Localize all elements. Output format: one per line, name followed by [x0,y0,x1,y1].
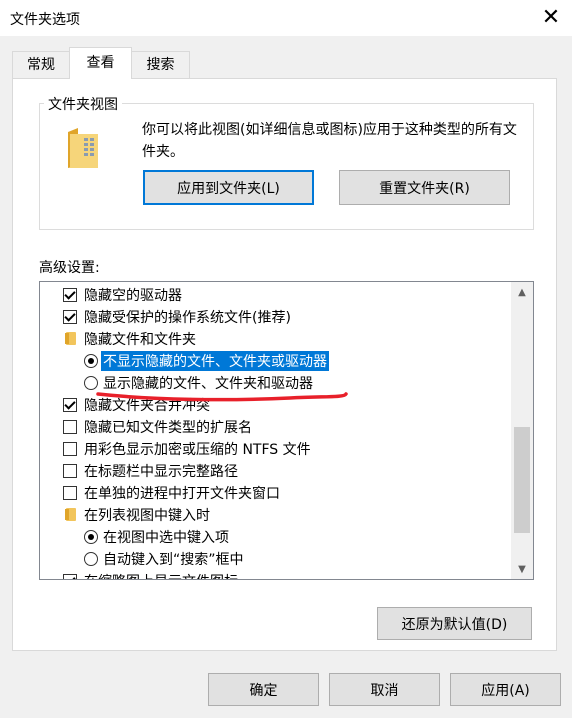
tab-label: 搜索 [146,57,175,73]
checkbox[interactable] [63,574,77,579]
list-item[interactable]: 隐藏已知文件类型的扩展名 [40,416,512,438]
list-item[interactable]: 隐藏空的驱动器 [40,284,512,306]
radio-button[interactable] [84,530,98,544]
item-label: 在单独的进程中打开文件夹窗口 [84,486,280,502]
chevron-down-icon: ▼ [518,563,526,575]
radio-button[interactable] [84,552,98,566]
list-item[interactable]: 在缩略图上显示文件图标 [40,570,512,579]
list-item[interactable]: 在视图中选中键入项 [40,526,512,548]
checkbox[interactable] [63,486,77,500]
folder-icon [65,508,76,521]
chevron-up-icon: ▲ [518,286,526,298]
list-item: 隐藏文件和文件夹 [40,328,512,350]
checkbox[interactable] [63,310,77,324]
button-label: 应用(A) [481,682,530,699]
list-item[interactable]: 在标题栏中显示完整路径 [40,460,512,482]
title-bar [0,0,572,36]
advanced-settings-label: 高级设置: [39,260,100,276]
list-item[interactable]: 自动键入到“搜索”框中 [40,548,512,570]
item-label: 不显示隐藏的文件、文件夹或驱动器 [101,351,329,371]
checkbox[interactable] [63,442,77,456]
advanced-settings-list: 隐藏空的驱动器 隐藏受保护的操作系统文件(推荐) 隐藏文件和文件夹 不显示隐藏的… [39,281,534,580]
folder-icon [65,332,76,345]
tab-view[interactable]: 查看 [69,47,132,79]
list-item[interactable]: 在单独的进程中打开文件夹窗口 [40,482,512,504]
item-label: 隐藏受保护的操作系统文件(推荐) [84,310,291,326]
cancel-button[interactable]: 取消 [329,673,440,706]
restore-defaults-button[interactable]: 还原为默认值(D) [377,607,532,640]
item-label: 在视图中选中键入项 [103,530,229,546]
button-label: 应用到文件夹(L) [177,180,280,197]
list-scrollbar[interactable]: ▲ ▼ [511,282,533,579]
checkbox[interactable] [63,398,77,412]
close-icon: ✕ [541,5,561,30]
list-item: 在列表视图中键入时 [40,504,512,526]
list-item[interactable]: 隐藏受保护的操作系统文件(推荐) [40,306,512,328]
tab-label: 常规 [27,57,55,73]
button-label: 取消 [370,682,399,699]
list-item[interactable]: 用彩色显示加密或压缩的 NTFS 文件 [40,438,512,460]
red-underline-annotation [96,392,348,402]
window-title: 文件夹选项 [10,12,80,28]
close-button[interactable]: ✕ [534,4,568,32]
tab-label: 查看 [86,55,115,71]
folder-icon [68,128,98,168]
item-label: 自动键入到“搜索”框中 [103,552,244,568]
button-label: 还原为默认值(D) [401,616,508,633]
scroll-up-button[interactable]: ▲ [511,282,533,302]
item-label: 在标题栏中显示完整路径 [84,464,238,480]
item-label: 用彩色显示加密或压缩的 NTFS 文件 [84,442,311,458]
tab-search[interactable]: 搜索 [131,51,190,79]
button-label: 重置文件夹(R) [379,180,470,197]
radio-button[interactable] [84,354,98,368]
checkbox[interactable] [63,464,77,478]
item-label: 隐藏文件和文件夹 [84,332,196,348]
folder-views-description: 你可以将此视图(如详细信息或图标)应用于这种类型的所有文件夹。 [142,122,517,160]
scroll-down-button[interactable]: ▼ [511,559,533,579]
ok-button[interactable]: 确定 [208,673,319,706]
apply-button[interactable]: 应用(A) [450,673,561,706]
reset-folders-button[interactable]: 重置文件夹(R) [339,170,510,205]
tab-general[interactable]: 常规 [12,51,70,79]
checkbox[interactable] [63,288,77,302]
list-item[interactable]: 不显示隐藏的文件、文件夹或驱动器 [40,350,512,372]
item-label: 在列表视图中键入时 [84,508,210,524]
checkbox[interactable] [63,420,77,434]
button-label: 确定 [249,682,278,699]
item-label: 在缩略图上显示文件图标 [84,571,238,579]
item-label: 隐藏空的驱动器 [84,288,182,304]
apply-to-folders-button[interactable]: 应用到文件夹(L) [143,170,314,205]
folder-views-label: 文件夹视图 [44,94,122,114]
scroll-thumb[interactable] [514,427,530,533]
item-label: 隐藏已知文件类型的扩展名 [84,420,252,436]
